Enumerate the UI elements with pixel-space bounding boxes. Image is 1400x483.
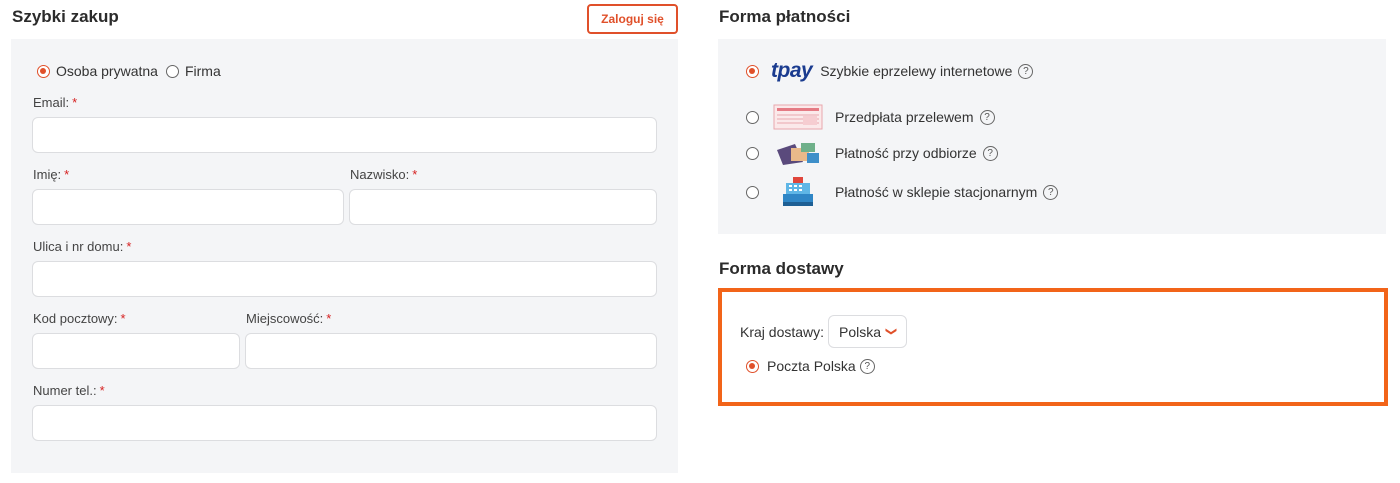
email-field[interactable] <box>32 117 657 153</box>
help-icon[interactable]: ? <box>979 109 995 125</box>
customer-type-private-radio[interactable] <box>37 64 50 78</box>
delivery-country-row: Kraj dostawy: Polska ❯ <box>740 315 908 348</box>
payment-tpay-radio[interactable] <box>746 64 759 78</box>
delivery-country-select[interactable]: Polska ❯ <box>828 315 908 348</box>
city-field[interactable] <box>245 333 657 369</box>
payment-cod-radio[interactable] <box>746 146 759 160</box>
quick-buy-title: Szybki zakup <box>12 7 119 26</box>
first-name-label: Imię: * <box>33 167 70 182</box>
last-name-field[interactable] <box>349 189 657 225</box>
tpay-logo-icon: tpay <box>771 58 813 84</box>
customer-type-company-label[interactable]: Firma <box>185 63 221 79</box>
phone-field[interactable] <box>32 405 657 441</box>
cash-on-delivery-icon <box>771 140 825 166</box>
payment-in-store-radio[interactable] <box>746 185 759 199</box>
postal-code-field[interactable] <box>32 333 240 369</box>
street-label: Ulica i nr domu: * <box>33 239 132 254</box>
delivery-option-poczta[interactable]: Poczta Polska ? <box>746 358 875 374</box>
payment-title: Forma płatności <box>719 7 851 26</box>
payment-cod-label[interactable]: Płatność przy odbiorze <box>835 145 977 161</box>
bank-transfer-form-icon <box>771 104 825 130</box>
city-label: Miejscowość: * <box>246 311 332 326</box>
first-name-field[interactable] <box>32 189 344 225</box>
payment-transfer-label[interactable]: Przedpłata przelewem <box>835 109 974 125</box>
payment-transfer-radio[interactable] <box>746 110 759 124</box>
payment-method-in-store[interactable]: Płatność w sklepie stacjonarnym ? <box>746 176 1059 208</box>
tpay-logo-text: tpay <box>771 59 813 82</box>
customer-type-private-label[interactable]: Osoba prywatna <box>56 63 158 79</box>
payment-method-cod[interactable]: Płatność przy odbiorze ? <box>746 140 998 166</box>
help-icon[interactable]: ? <box>982 145 998 161</box>
postal-code-label: Kod pocztowy: * <box>33 311 126 326</box>
login-button[interactable]: Zaloguj się <box>587 4 678 34</box>
chevron-down-icon: ❯ <box>885 326 898 337</box>
email-label: Email: * <box>33 95 78 110</box>
delivery-poczta-radio[interactable] <box>746 359 759 373</box>
last-name-label: Nazwisko: * <box>350 167 418 182</box>
payment-method-transfer[interactable]: Przedpłata przelewem ? <box>746 104 995 130</box>
payment-tpay-label[interactable]: Szybkie eprzelewy internetowe <box>820 63 1012 79</box>
customer-type-company-radio[interactable] <box>165 64 179 78</box>
phone-label: Numer tel.: * <box>33 383 105 398</box>
help-icon[interactable]: ? <box>1018 63 1034 79</box>
cash-register-icon <box>771 176 825 208</box>
help-icon[interactable]: ? <box>859 358 875 374</box>
delivery-country-label: Kraj dostawy: <box>740 323 825 340</box>
payment-method-tpay[interactable]: tpay Szybkie eprzelewy internetowe ? <box>746 58 1034 84</box>
delivery-country-value: Polska <box>839 323 882 340</box>
customer-type-group: Osoba prywatna Firma <box>37 63 229 79</box>
payment-in-store-label[interactable]: Płatność w sklepie stacjonarnym <box>835 184 1037 200</box>
delivery-poczta-label[interactable]: Poczta Polska <box>767 358 856 374</box>
street-field[interactable] <box>32 261 657 297</box>
delivery-title: Forma dostawy <box>719 259 844 278</box>
help-icon[interactable]: ? <box>1043 184 1059 200</box>
